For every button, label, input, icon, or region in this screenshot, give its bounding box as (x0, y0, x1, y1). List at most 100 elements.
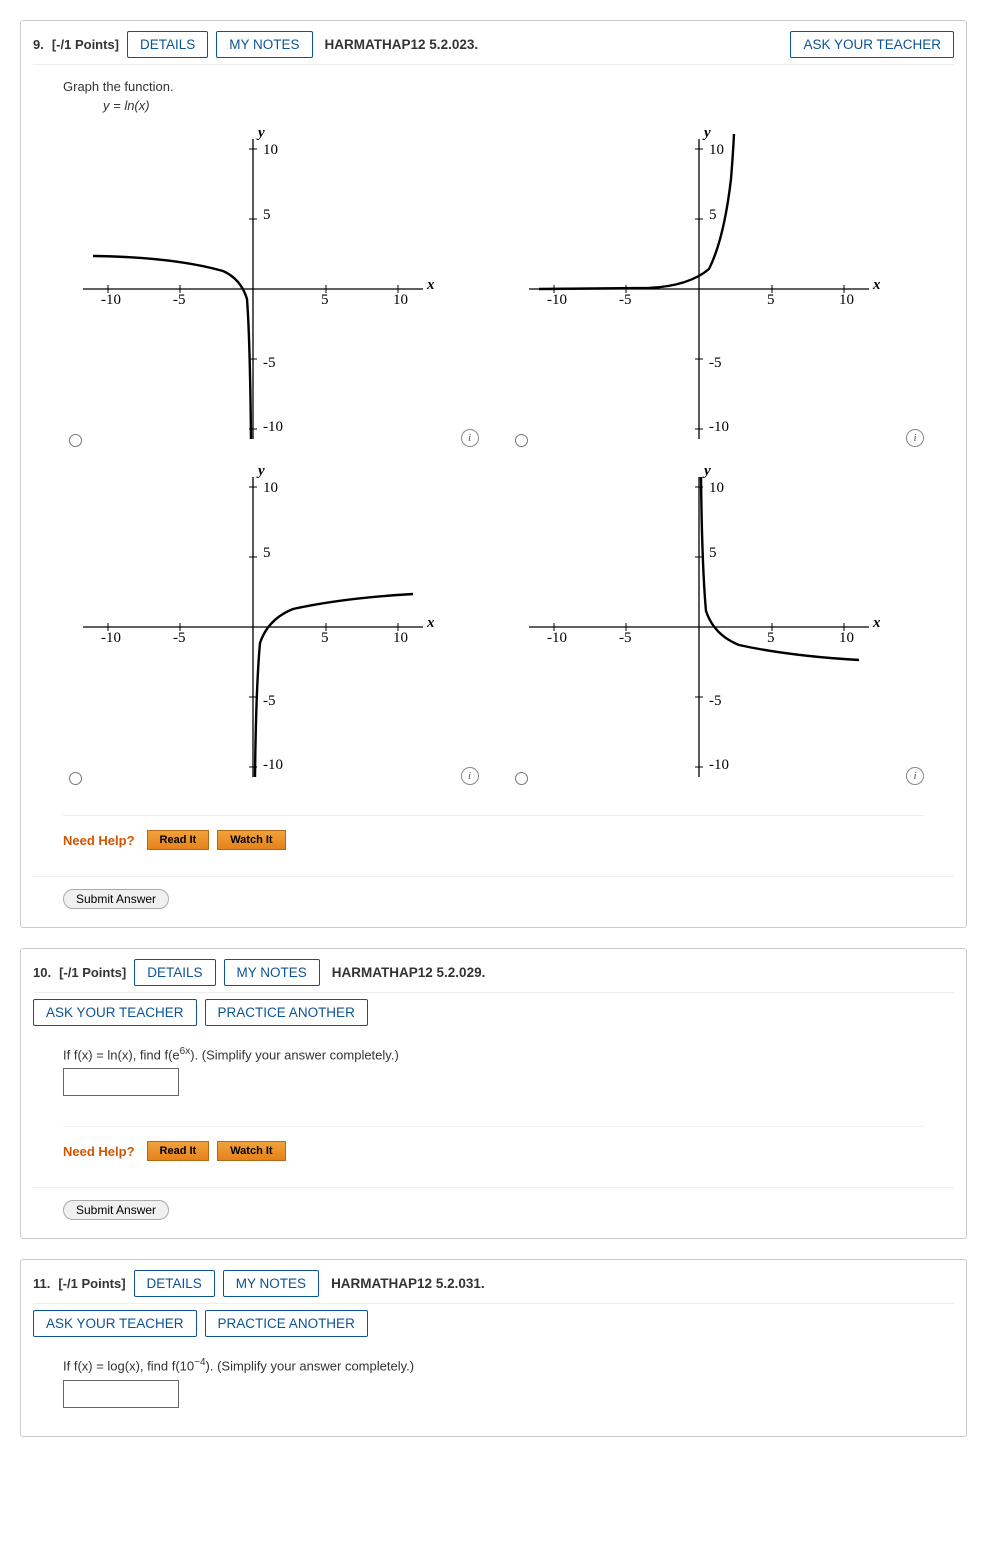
radio-option-d[interactable] (515, 772, 528, 785)
question-body: If f(x) = ln(x), find f(e6x). (Simplify … (33, 1032, 954, 1171)
svg-text:5: 5 (263, 545, 271, 561)
svg-text:10: 10 (709, 480, 724, 496)
details-button[interactable]: DETAILS (134, 959, 215, 986)
svg-text:x: x (426, 277, 435, 293)
svg-text:-5: -5 (709, 355, 722, 371)
answer-input[interactable] (63, 1068, 179, 1096)
prompt-sup: −4 (194, 1357, 205, 1368)
svg-text:-10: -10 (101, 292, 121, 308)
question-number: 11. (33, 1276, 50, 1291)
svg-text:-5: -5 (173, 292, 186, 308)
need-help-label: Need Help? (63, 833, 135, 848)
svg-text:y: y (702, 463, 711, 479)
svg-text:-10: -10 (709, 757, 729, 773)
reference-label: HARMATHAP12 5.2.031. (331, 1276, 485, 1291)
svg-text:10: 10 (393, 630, 408, 646)
question-11: 11. [-/1 Points] DETAILS MY NOTES HARMAT… (20, 1259, 967, 1436)
answer-input[interactable] (63, 1380, 179, 1408)
info-icon[interactable]: i (906, 429, 924, 447)
svg-text:10: 10 (263, 142, 278, 158)
practice-another-button[interactable]: PRACTICE ANOTHER (205, 1310, 368, 1337)
mynotes-button[interactable]: MY NOTES (216, 31, 312, 58)
svg-text:-10: -10 (709, 419, 729, 435)
read-it-button[interactable]: Read It (147, 1141, 210, 1161)
svg-text:x: x (426, 615, 435, 631)
svg-text:5: 5 (767, 630, 775, 646)
question-body: If f(x) = log(x), find f(10−4). (Simplif… (33, 1343, 954, 1417)
details-button[interactable]: DETAILS (134, 1270, 215, 1297)
prompt-text: If f(x) = log(x), find f(10−4). (Simplif… (63, 1357, 924, 1373)
svg-text:-5: -5 (263, 693, 276, 709)
prompt-pre: If f(x) = ln(x), find f(e (63, 1047, 180, 1062)
practice-another-button[interactable]: PRACTICE ANOTHER (205, 999, 368, 1026)
svg-text:y: y (256, 463, 265, 479)
svg-text:10: 10 (263, 480, 278, 496)
info-icon[interactable]: i (461, 429, 479, 447)
radio-option-c[interactable] (69, 772, 82, 785)
question-body: Graph the function. y = ln(x) y x 10 5 -5… (33, 65, 954, 860)
watch-it-button[interactable]: Watch It (217, 830, 285, 850)
svg-text:y: y (702, 125, 711, 141)
graph-choices: y x 10 5 -5 -10 -10 -5 5 10 (63, 119, 924, 785)
read-it-button[interactable]: Read It (147, 830, 210, 850)
question-header: 10. [-/1 Points] DETAILS MY NOTES HARMAT… (33, 959, 954, 993)
points-label: [-/1 Points] (52, 37, 119, 52)
question-header-row2: ASK YOUR TEACHER PRACTICE ANOTHER (33, 1304, 954, 1343)
svg-text:5: 5 (263, 207, 271, 223)
graph-option-c: y x 10 5 -5 -10 -10 -5 5 10 (63, 457, 479, 785)
svg-text:-5: -5 (619, 292, 632, 308)
points-label: [-/1 Points] (59, 965, 126, 980)
graph-option-a: y x 10 5 -5 -10 -10 -5 5 10 (63, 119, 479, 447)
question-header: 11. [-/1 Points] DETAILS MY NOTES HARMAT… (33, 1270, 954, 1304)
svg-text:-5: -5 (619, 630, 632, 646)
svg-text:-10: -10 (101, 630, 121, 646)
prompt-post: ). (Simplify your answer completely.) (190, 1047, 399, 1062)
ask-teacher-button[interactable]: ASK YOUR TEACHER (790, 31, 954, 58)
reference-label: HARMATHAP12 5.2.029. (332, 965, 486, 980)
svg-text:5: 5 (321, 292, 329, 308)
instruction-text: Graph the function. (63, 79, 924, 94)
svg-text:10: 10 (393, 292, 408, 308)
reference-label: HARMATHAP12 5.2.023. (325, 37, 479, 52)
ask-teacher-button[interactable]: ASK YOUR TEACHER (33, 1310, 197, 1337)
question-number: 10. (33, 965, 51, 980)
watch-it-button[interactable]: Watch It (217, 1141, 285, 1161)
info-icon[interactable]: i (906, 767, 924, 785)
svg-text:-10: -10 (547, 630, 567, 646)
mynotes-button[interactable]: MY NOTES (224, 959, 320, 986)
svg-text:5: 5 (767, 292, 775, 308)
question-10: 10. [-/1 Points] DETAILS MY NOTES HARMAT… (20, 948, 967, 1239)
mynotes-button[interactable]: MY NOTES (223, 1270, 319, 1297)
equation-text: y = ln(x) (103, 98, 924, 113)
question-number: 9. (33, 37, 44, 52)
svg-text:x: x (872, 277, 881, 293)
radio-option-a[interactable] (69, 434, 82, 447)
question-9: 9. [-/1 Points] DETAILS MY NOTES HARMATH… (20, 20, 967, 928)
question-header: 9. [-/1 Points] DETAILS MY NOTES HARMATH… (33, 31, 954, 65)
submit-answer-button[interactable]: Submit Answer (63, 889, 169, 909)
details-button[interactable]: DETAILS (127, 31, 208, 58)
svg-text:-5: -5 (173, 630, 186, 646)
info-icon[interactable]: i (461, 767, 479, 785)
submit-answer-button[interactable]: Submit Answer (63, 1200, 169, 1220)
ask-teacher-button[interactable]: ASK YOUR TEACHER (33, 999, 197, 1026)
prompt-pre: If f(x) = log(x), find f(10 (63, 1359, 194, 1374)
radio-option-b[interactable] (515, 434, 528, 447)
svg-text:-10: -10 (263, 419, 283, 435)
svg-text:10: 10 (839, 292, 854, 308)
svg-text:-10: -10 (263, 757, 283, 773)
prompt-post: ). (Simplify your answer completely.) (206, 1359, 415, 1374)
need-help-row: Need Help? Read It Watch It (63, 1126, 924, 1161)
svg-text:5: 5 (709, 207, 717, 223)
svg-text:-5: -5 (263, 355, 276, 371)
svg-text:5: 5 (321, 630, 329, 646)
graph-option-b: y x 10 5 -5 -10 -10 -5 5 10 (509, 119, 925, 447)
svg-text:10: 10 (839, 630, 854, 646)
svg-text:y: y (256, 125, 265, 141)
svg-text:5: 5 (709, 545, 717, 561)
points-label: [-/1 Points] (58, 1276, 125, 1291)
prompt-text: If f(x) = ln(x), find f(e6x). (Simplify … (63, 1046, 924, 1062)
svg-text:10: 10 (709, 142, 724, 158)
svg-text:-10: -10 (547, 292, 567, 308)
prompt-sup: 6x (180, 1046, 191, 1057)
